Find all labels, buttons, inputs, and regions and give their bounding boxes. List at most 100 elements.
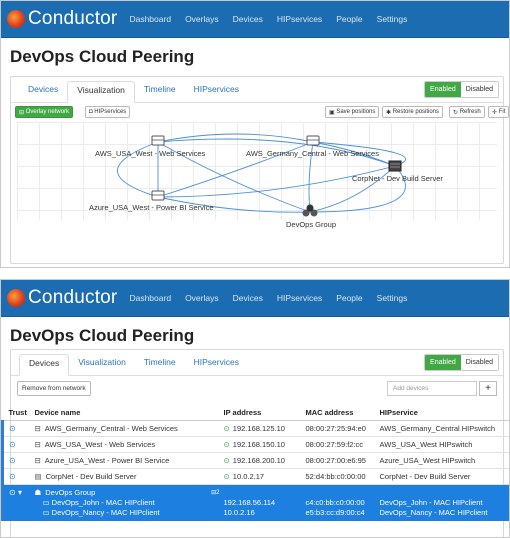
server-rack-icon: ▤ [34,472,42,481]
node-devops-group-icon [302,204,318,217]
trust-icon[interactable]: ⊙ ▾ [1,484,35,521]
refresh-icon: ↻ [453,109,460,116]
nav-dashboard[interactable]: Dashboard [129,293,171,303]
col-mac-address[interactable]: MAC address [305,399,380,421]
cloud-server-icon: ⊟ [34,456,41,465]
refresh-button[interactable]: ↻ Refresh [449,106,485,118]
visualization-screen: Conductor Dashboard Overlays Devices HIP… [0,0,510,268]
mac-address: 08:00:27:00:e6:95 [305,452,380,469]
node-label-aws-usa: AWS_USA_West - Web Services [95,149,206,158]
enabled-toggle[interactable]: Enabled Disabled [424,354,499,371]
col-ip-address[interactable]: IP address [223,399,306,421]
node-label-corpnet: CorpNet - Dev Build Server [352,174,443,183]
network-canvas[interactable]: AWS_USA_West - Web Services AWS_Germany_… [17,122,497,229]
nav-settings[interactable]: Settings [377,293,408,303]
col-hipservice[interactable]: HIPservice [379,399,509,421]
overlay-network-button[interactable]: ⊟ Overlay network [15,106,74,118]
fit-button[interactable]: ✛ Fit [488,106,509,118]
tab-bar: Devices Visualization Timeline HIPservic… [11,77,503,103]
save-icon: ▣ [329,109,337,116]
node-label-devops: DevOps Group [286,220,337,229]
nav-devices[interactable]: Devices [233,14,263,24]
group-row-selected[interactable]: ⊙ ▾ ☗ DevOps Group ⊟2 ▭ DevOps_John - MAC … [1,484,509,521]
col-device-name[interactable]: Device name [34,399,224,421]
enabled-button[interactable]: Enabled [425,82,461,97]
node-aws-usa-icon [151,135,165,146]
devices-toolbar: Remove from network Add devices + [11,376,503,400]
tab-devices[interactable]: Devices [19,80,67,102]
node-label-aws-germany: AWS_Germany_Central - Web Services [246,149,379,158]
nav-overlays[interactable]: Overlays [185,14,219,24]
group-count-badge: ⊟2 [211,490,220,496]
hipservices-button[interactable]: ◘ HIPservices [85,106,131,118]
member-hipservice: DevOps_Nancy - MAC HIPclient [379,508,488,517]
edge [309,165,406,213]
laptop-icon: ▭ [42,508,52,517]
nav-dashboard[interactable]: Dashboard [129,14,171,24]
tab-timeline[interactable]: Timeline [135,353,185,375]
tab-hipservices[interactable]: HIPservices [185,353,248,375]
logo[interactable]: Conductor [7,287,117,309]
nav-people[interactable]: People [336,14,362,24]
trust-icon[interactable]: ⊙ [1,436,35,453]
table-row[interactable]: ⊙ ⊟ AWS_Germany_Central - Web Services ⊙ 1… [1,420,509,437]
member-mac: e5:b3:cc:d9:00:c4 [305,508,365,517]
member-name: DevOps_John - MAC HIPclient [51,498,155,507]
node-corpnet-server-icon [388,160,402,172]
node-azure-icon [151,190,165,201]
restore-positions-button[interactable]: ✱ Restore positions [382,106,444,118]
add-device-button[interactable]: + [479,381,497,396]
ip-status-icon: ⊙ [223,456,230,465]
hipservice: AWS_USA_West HIPswitch [379,436,509,453]
nav-hipservices[interactable]: HIPservices [277,14,322,24]
mac-address: 52:d4:bb:c0:00:00 [305,468,380,485]
fit-icon: ✛ [492,109,499,116]
disabled-button[interactable]: Disabled [460,82,498,97]
trust-icon[interactable]: ⊙ [1,468,35,485]
nav-hipservices[interactable]: HIPservices [277,293,322,303]
nav-people[interactable]: People [336,293,362,303]
tab-visualization[interactable]: Visualization [69,353,135,375]
nav-settings[interactable]: Settings [377,14,408,24]
conductor-logo-icon [7,10,25,28]
table-row[interactable]: ⊙ ⊟ Azure_USA_West - Power BI Service ⊙ 19… [1,452,509,469]
disabled-button[interactable]: Disabled [460,355,498,370]
remove-from-network-button[interactable]: Remove from network [17,381,91,396]
enabled-toggle[interactable]: Enabled Disabled [424,81,499,98]
edge [157,133,314,143]
laptop-icon: ▭ [42,498,52,507]
top-navbar: Conductor Dashboard Overlays Devices HIP… [1,1,509,38]
brand-name: Conductor [28,8,118,29]
trust-icon[interactable]: ⊙ [1,452,35,469]
tab-timeline[interactable]: Timeline [135,80,185,102]
devices-screen: Conductor Dashboard Overlays Devices HIP… [0,279,510,538]
tab-hipservices[interactable]: HIPservices [185,80,248,102]
hipservice: CorpNet - Dev Build Server [379,468,509,485]
expand-caret-icon[interactable]: ▾ [18,488,22,497]
enabled-button[interactable]: Enabled [425,355,461,370]
tab-devices[interactable]: Devices [19,354,70,376]
tab-visualization[interactable]: Visualization [67,81,135,103]
group-name: DevOps Group [45,488,96,497]
table-row[interactable]: ⊙ ▤ CorpNet - Dev Build Server ⊙ 10.0.2.17… [1,468,509,485]
member-mac: c4:c0:bb:c0:00:00 [305,498,365,507]
add-devices-input[interactable]: Add devices [387,381,477,396]
member-hipservice: DevOps_John - MAC HIPclient [379,498,483,507]
mac-address: 08:00:27:59:f2:cc [305,436,380,453]
member-name: DevOps_Nancy - MAC HIPclient [51,508,160,517]
ip-address: 192.168.200.10 [232,456,285,465]
col-trust[interactable]: Trust [2,399,35,421]
nav-overlays[interactable]: Overlays [185,293,219,303]
cloud-server-icon: ⊟ [34,440,41,449]
conductor-logo-icon [7,289,25,307]
save-positions-button[interactable]: ▣ Save positions [325,106,380,118]
member-ip: 10.0.2.16 [223,508,255,517]
nav-devices[interactable]: Devices [233,293,263,303]
device-name: CorpNet - Dev Build Server [45,472,137,481]
table-row[interactable]: ⊙ ⊟ AWS_USA_West - Web Services ⊙ 192.168.… [1,436,509,453]
device-name: Azure_USA_West - Power BI Service [44,456,170,465]
devices-table: Trust Device name IP address MAC address… [1,399,509,521]
logo[interactable]: Conductor [7,8,117,30]
ip-status-icon: ⊙ [223,440,230,449]
trust-icon[interactable]: ⊙ [1,420,35,437]
